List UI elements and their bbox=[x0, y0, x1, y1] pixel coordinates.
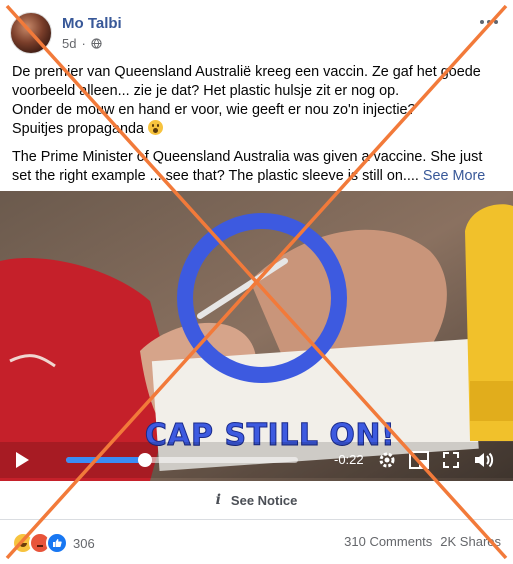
author-name[interactable]: Mo Talbi bbox=[62, 15, 122, 32]
reactions-summary[interactable]: 306 bbox=[12, 532, 95, 554]
post-text-dutch-1: De premier van Queensland Australië kree… bbox=[12, 64, 481, 99]
play-icon[interactable] bbox=[14, 451, 30, 469]
globe-icon bbox=[91, 38, 102, 49]
post-stats: 310 Comments 2K Shares bbox=[344, 534, 501, 549]
post-text: De premier van Queensland Australië kree… bbox=[12, 63, 504, 186]
picture-in-picture-icon[interactable] bbox=[409, 451, 429, 469]
more-dot-icon bbox=[487, 20, 491, 24]
post-text-dutch-3-label: Spuitjes propaganda bbox=[12, 121, 145, 137]
post-footer: 306 310 Comments 2K Shares bbox=[0, 528, 513, 556]
post-text-dutch-2: Onder de mouw en hand er voor, wie geeft… bbox=[12, 102, 416, 118]
like-reaction-icon bbox=[46, 532, 68, 554]
reaction-count: 306 bbox=[73, 535, 95, 551]
post-time[interactable]: 5d bbox=[62, 36, 76, 51]
video-controls: -0:22 bbox=[0, 442, 513, 478]
post-text-dutch-3: Spuitjes propaganda bbox=[12, 120, 504, 139]
seek-bar[interactable] bbox=[66, 453, 298, 467]
post-meta: 5d · bbox=[62, 36, 122, 51]
post-text-english: The Prime Minister of Queensland Austral… bbox=[12, 148, 504, 186]
seek-handle[interactable] bbox=[137, 453, 152, 467]
post-text-english-body: The Prime Minister of Queensland Austral… bbox=[12, 149, 483, 184]
see-more-link[interactable]: See More bbox=[423, 168, 485, 184]
seek-progress bbox=[66, 457, 145, 463]
comments-count[interactable]: 310 Comments bbox=[344, 534, 432, 549]
facebook-post: Mo Talbi 5d · De premier van Queensland … bbox=[0, 0, 513, 564]
more-options-button[interactable] bbox=[477, 12, 501, 32]
time-remaining: -0:22 bbox=[334, 452, 364, 467]
post-header: Mo Talbi 5d · bbox=[10, 12, 122, 54]
fullscreen-icon[interactable] bbox=[442, 451, 460, 469]
shares-count[interactable]: 2K Shares bbox=[440, 534, 501, 549]
see-notice-label: See Notice bbox=[230, 492, 298, 508]
surprised-emoji-icon bbox=[148, 120, 164, 135]
settings-gear-icon[interactable] bbox=[377, 450, 397, 470]
info-icon: i bbox=[215, 492, 221, 508]
more-dot-icon bbox=[480, 20, 484, 24]
see-notice-button[interactable]: i See Notice bbox=[0, 481, 513, 520]
header-text: Mo Talbi 5d · bbox=[62, 15, 122, 51]
more-dot-icon bbox=[494, 20, 498, 24]
volume-icon[interactable] bbox=[473, 450, 495, 470]
author-avatar[interactable] bbox=[10, 12, 52, 54]
